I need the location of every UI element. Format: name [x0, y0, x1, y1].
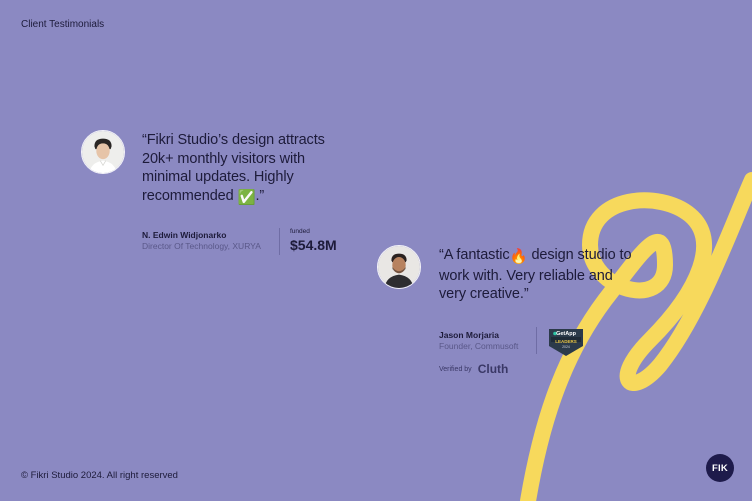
studio-logo-button[interactable]: FIK	[706, 454, 734, 482]
logo-text: FIK	[712, 462, 728, 474]
testimonial-quote-1: “Fikri Studio’s design attracts 20k+ mon…	[142, 131, 342, 207]
getapp-badge: GetApp LEADERS 2024	[547, 326, 585, 358]
quote-end-1: .”	[255, 187, 265, 204]
verified-label: Verified by	[439, 365, 472, 373]
testimonial-quote-2: “A fantastic🔥 design studio to work with…	[439, 246, 639, 304]
badge-year: 2024	[562, 345, 570, 349]
avatar-edwin	[81, 130, 125, 174]
divider-1	[279, 228, 280, 255]
person-name-1: N. Edwin Widjonarko	[142, 230, 227, 240]
divider-2	[536, 327, 537, 354]
quote-text-1: “Fikri Studio’s design attracts 20k+ mon…	[142, 132, 325, 204]
person-photo-icon	[82, 131, 124, 173]
fire-emoji-icon: 🔥	[509, 249, 528, 265]
avatar-jason	[377, 245, 421, 289]
badge-brand: GetApp	[556, 331, 576, 337]
person-role-2: Founder, Commusoft	[439, 341, 519, 351]
verified-by: Verified by Cluth	[439, 362, 508, 376]
funded-value: $54.8M	[290, 237, 337, 253]
cluth-logo[interactable]: Cluth	[478, 362, 509, 376]
person-photo-icon	[378, 246, 420, 288]
funded-label: funded	[290, 228, 310, 235]
person-role-1: Director Of Technology, XURYA	[142, 241, 261, 251]
decorative-squiggle	[520, 172, 752, 501]
check-emoji-icon: ✅	[237, 189, 256, 206]
badge-category: LEADERS	[555, 339, 577, 344]
copyright-text: © Fikri Studio 2024. All right reserved	[21, 470, 178, 481]
person-name-2: Jason Morjaria	[439, 330, 499, 340]
quote-start-2: “A fantastic	[439, 247, 510, 263]
section-label: Client Testimonials	[21, 19, 105, 30]
